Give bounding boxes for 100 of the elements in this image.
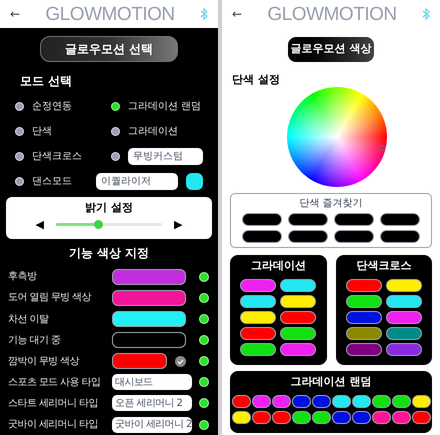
color-preset[interactable] [346, 327, 382, 340]
app-title: GLOWMOTION [267, 4, 397, 24]
color-preset[interactable] [386, 311, 422, 324]
color-preset[interactable] [240, 295, 276, 308]
color-preset[interactable] [232, 411, 250, 424]
radio-button[interactable] [15, 152, 24, 160]
color-preset[interactable] [386, 279, 422, 292]
input-field[interactable]: 대시보드 [112, 374, 192, 390]
color-preset[interactable] [412, 395, 430, 408]
color-preset[interactable] [252, 411, 270, 424]
status-indicator[interactable] [199, 377, 209, 388]
status-indicator[interactable] [199, 292, 209, 303]
color-swatch[interactable] [112, 268, 186, 285]
radio-button[interactable] [111, 152, 120, 160]
section-heading: 모드 선택 [20, 73, 74, 90]
color-preset[interactable] [288, 230, 328, 242]
section-title: 글로우모션 색상 [288, 37, 374, 62]
color-preset[interactable] [242, 230, 282, 242]
color-preset[interactable] [240, 279, 276, 292]
radio-button[interactable] [111, 126, 120, 136]
status-indicator[interactable] [199, 314, 209, 324]
color-preset[interactable] [240, 327, 276, 340]
function-label: 도어 열림 무빙 색상 [8, 291, 92, 306]
color-preset[interactable] [312, 411, 330, 424]
increase-button[interactable]: ▶ [174, 218, 182, 230]
color-preset[interactable] [292, 411, 310, 424]
color-preset[interactable] [380, 212, 420, 226]
color-preset[interactable] [346, 279, 382, 292]
decrease-button[interactable]: ◀ [36, 218, 44, 230]
color-preset[interactable] [334, 212, 374, 226]
color-preset[interactable] [288, 212, 328, 226]
color-preset[interactable] [392, 411, 410, 424]
color-swatch[interactable] [112, 353, 167, 370]
status-indicator[interactable] [199, 356, 209, 366]
mode-label: 그라데이션 [128, 124, 178, 138]
radio-button[interactable] [111, 102, 120, 110]
color-preset[interactable] [242, 212, 282, 226]
status-indicator[interactable] [199, 398, 209, 408]
color-preset[interactable] [372, 411, 390, 424]
color-preset[interactable] [240, 311, 276, 324]
color-preset[interactable] [280, 279, 316, 292]
color-swatch[interactable] [112, 311, 186, 328]
color-preset[interactable] [272, 395, 290, 408]
radio-button[interactable] [15, 126, 24, 136]
color-preset[interactable] [252, 395, 270, 408]
color-preset[interactable] [280, 311, 316, 324]
status-indicator[interactable] [199, 335, 209, 346]
color-preset[interactable] [386, 343, 422, 356]
color-preset[interactable] [372, 395, 390, 408]
color-preset[interactable] [346, 311, 382, 324]
color-preset[interactable] [332, 411, 350, 424]
color-preset[interactable] [352, 411, 370, 424]
color-preset[interactable] [272, 411, 290, 424]
section-heading: 단색 설정 [232, 72, 281, 88]
section-heading: 기능 색상 지정 [68, 245, 150, 262]
color-preset[interactable] [334, 230, 374, 242]
radio-button[interactable] [15, 102, 24, 110]
color-preset[interactable] [332, 395, 350, 408]
wheel-handle[interactable] [379, 144, 385, 150]
color-preset[interactable] [392, 395, 410, 408]
color-swatch[interactable] [186, 172, 203, 190]
color-preset[interactable] [280, 295, 316, 308]
input-field[interactable]: 이퀄라이저 [96, 172, 178, 190]
color-swatch[interactable] [112, 290, 186, 306]
color-preset[interactable] [346, 343, 382, 356]
input-field[interactable]: 굿바이 세리머니 2 [112, 416, 192, 432]
function-label: 깜박이 무빙 색상 [8, 354, 80, 369]
card-title: 밝기 설정 [85, 200, 133, 216]
check-icon[interactable] [175, 356, 186, 367]
brightness-slider[interactable] [56, 222, 162, 226]
color-preset[interactable] [386, 327, 422, 340]
mode-label: 단색 [32, 124, 52, 138]
color-preset[interactable] [352, 395, 370, 408]
color-preset[interactable] [280, 327, 316, 340]
color-preset[interactable] [380, 230, 420, 242]
function-label: 후측방 [8, 270, 38, 284]
input-field[interactable]: 무빙커스텀 [128, 148, 203, 164]
color-preset[interactable] [280, 343, 316, 356]
color-preset[interactable] [412, 411, 430, 424]
panel-title: 단색크로스 [356, 258, 412, 274]
color-preset[interactable] [312, 395, 330, 408]
radio-button[interactable] [15, 176, 24, 186]
back-button[interactable]: ← [232, 8, 242, 20]
input-field[interactable]: 오픈 세리머니 2 [112, 395, 192, 412]
color-preset[interactable] [232, 395, 250, 408]
color-swatch[interactable] [112, 332, 186, 348]
function-label: 굿바이 세리머니 타입 [8, 418, 99, 432]
status-indicator[interactable] [199, 272, 209, 282]
status-indicator[interactable] [199, 420, 209, 430]
function-label: 스포츠 모드 사용 타입 [8, 376, 102, 390]
color-preset[interactable] [240, 343, 276, 356]
color-preset[interactable] [386, 295, 422, 308]
function-label: 스타트 세리머니 타입 [8, 396, 99, 411]
function-label: 기능 대기 중 [8, 334, 62, 348]
mode-label: 그라데이션 랜덤 [128, 100, 202, 114]
color-preset[interactable] [346, 295, 382, 308]
slider-thumb[interactable] [94, 220, 104, 228]
mode-label: 댄스모드 [32, 174, 73, 188]
back-button[interactable]: ← [10, 8, 20, 20]
color-preset[interactable] [292, 395, 310, 408]
